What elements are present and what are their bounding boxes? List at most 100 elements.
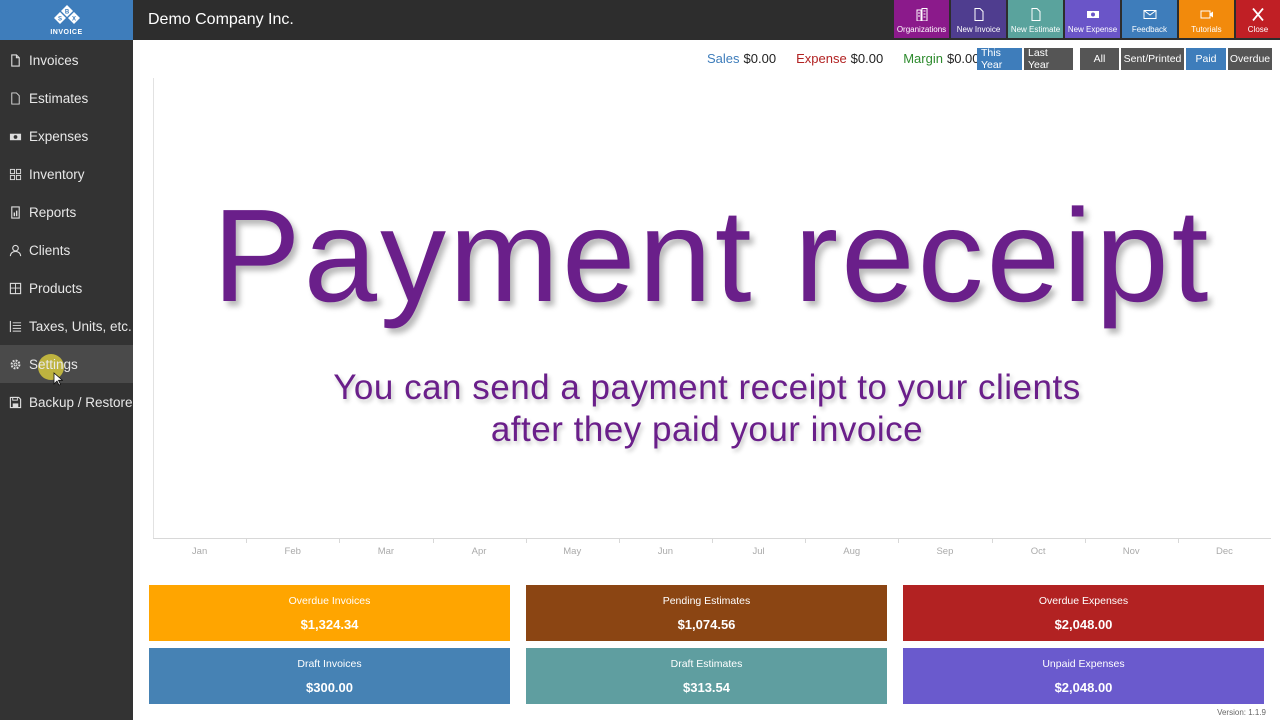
month-label: Apr [471,546,487,557]
company-name: Demo Company Inc. [148,11,294,28]
mail-icon [1143,10,1156,19]
caption-line-2: after they paid your invoice [490,410,924,449]
overdue-expenses-card[interactable]: Overdue Expenses $2,048.00 [903,585,1264,641]
app-logo: B S X INVOICE [0,0,133,40]
sidebar-item-label: Backup / Restore [29,394,133,410]
organizations-label: Organizations [896,25,947,34]
filter-paid-button[interactable]: Paid [1186,48,1226,70]
tutorials-button[interactable]: Tutorials [1179,0,1234,38]
caption-subtitle: You can send a payment receipt to your c… [153,367,1261,451]
month-label: Feb [284,546,301,557]
feedback-button[interactable]: Feedback [1122,0,1177,38]
this-year-button[interactable]: This Year [977,47,1022,71]
cash-icon [1086,11,1099,18]
organizations-button[interactable]: Organizations [894,0,949,38]
month-label: Nov [1122,546,1140,557]
box-icon [8,281,22,295]
sidebar-item-backup-restore[interactable]: Backup / Restore [0,383,133,421]
sidebar-item-label: Reports [29,204,77,220]
overdue-invoices-card[interactable]: Overdue Invoices $1,324.34 [149,585,510,641]
sidebar-item-invoices[interactable]: Invoices [0,41,133,79]
list-icon [8,319,22,333]
card-title: Pending Estimates [662,595,751,607]
card-title: Draft Invoices [297,658,362,670]
sales-value: $0.00 [743,51,777,66]
sidebar: B S X INVOICE Invoices Estimates Expense… [0,0,133,720]
new-invoice-button[interactable]: New Invoice [951,0,1006,38]
sidebar-item-clients[interactable]: Clients [0,231,133,269]
filter-sent-printed-button[interactable]: Sent/Printed [1121,48,1184,70]
sidebar-item-label: Expenses [29,128,89,144]
card-title: Draft Estimates [670,658,743,670]
expense-value: $0.00 [850,51,884,66]
month-label: Jun [657,546,674,557]
sidebar-item-reports[interactable]: Reports [0,193,133,231]
month-tick [1084,538,1086,543]
svg-text:X: X [71,17,75,23]
month-label: Mar [377,546,395,557]
month-label: Jul [752,546,765,557]
sidebar-item-taxes-units[interactable]: Taxes, Units, etc. [0,307,133,345]
month-label: Dec [1215,546,1233,557]
month-label: Jan [191,546,208,557]
margin-total: Margin $0.00 [903,51,979,66]
unpaid-expenses-card[interactable]: Unpaid Expenses $2,048.00 [903,648,1264,704]
document-icon [8,53,22,67]
top-bar: Demo Company Inc. Organizations New Invo… [133,0,1280,40]
sidebar-item-settings[interactable]: Settings [0,345,133,386]
card-title: Overdue Expenses [1038,595,1129,607]
toolbar-actions: Organizations New Invoice New Estimate N… [892,0,1280,40]
month-tick [432,538,434,543]
month-tick [898,538,900,543]
filter-overdue-button[interactable]: Overdue [1228,48,1272,70]
logo-diamond-icon: B S X [52,4,82,30]
gear-icon [8,357,22,371]
filter-all-button[interactable]: All [1080,48,1119,70]
svg-text:S: S [57,17,61,23]
sidebar-item-label: Taxes, Units, etc. [29,318,132,334]
sales-label: Sales [707,51,740,66]
video-icon [1200,10,1213,19]
expense-total: Expense $0.00 [796,51,883,66]
month-tick [712,538,713,543]
cash-icon [8,129,22,143]
close-icon [1252,8,1264,21]
document-outline-icon [8,91,22,105]
person-icon [8,243,22,257]
sidebar-item-inventory[interactable]: Inventory [0,155,133,193]
month-label: Sep [936,546,954,557]
card-title: Overdue Invoices [288,595,371,607]
sidebar-item-products[interactable]: Products [0,269,133,307]
month-tick [246,538,248,543]
tutorials-label: Tutorials [1191,25,1222,34]
status-filter: All Sent/Printed Paid Overdue [1080,48,1272,70]
margin-value: $0.00 [946,51,980,66]
sidebar-item-expenses[interactable]: Expenses [0,117,133,155]
new-estimate-button[interactable]: New Estimate [1008,0,1063,38]
expense-label: Expense [796,51,847,66]
new-invoice-label: New Invoice [956,25,1001,34]
report-icon [8,205,22,219]
document-icon [1031,8,1040,21]
sidebar-item-label: Invoices [29,52,79,68]
caption-title: Payment receipt [212,182,1212,329]
margin-label: Margin [903,51,943,66]
summary-totals: Sales $0.00 Expense $0.00 Margin $0.00 [707,51,980,66]
svg-text:B: B [64,10,69,16]
save-icon [8,395,22,409]
card-value: $1,074.56 [677,617,736,632]
pending-estimates-card[interactable]: Pending Estimates $1,074.56 [526,585,887,641]
sidebar-item-label: Products [29,280,83,296]
close-button[interactable]: Close [1236,0,1280,38]
logo-label: INVOICE [50,29,83,36]
sidebar-item-label: Inventory [29,166,85,182]
new-expense-button[interactable]: New Expense [1065,0,1120,38]
month-tick [339,538,341,543]
card-title: Unpaid Expenses [1042,658,1125,670]
last-year-button[interactable]: Last Year [1024,47,1073,71]
period-filter: This Year Last Year [977,47,1073,71]
sales-total: Sales $0.00 [707,51,776,66]
draft-estimates-card[interactable]: Draft Estimates $313.54 [526,648,887,704]
draft-invoices-card[interactable]: Draft Invoices $300.00 [149,648,510,704]
sidebar-item-estimates[interactable]: Estimates [0,79,133,117]
